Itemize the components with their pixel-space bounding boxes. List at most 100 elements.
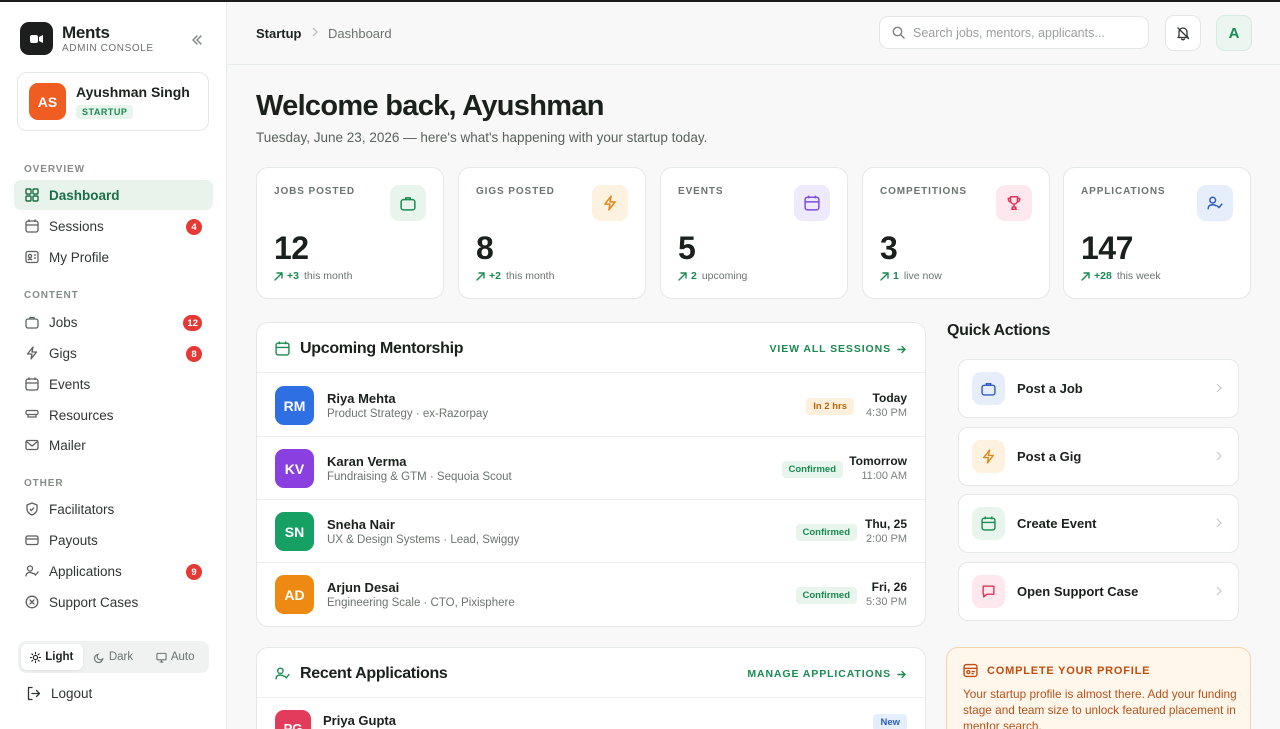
- page-title: Welcome back, Ayushman: [256, 90, 604, 122]
- stat-note: this month: [303, 270, 353, 282]
- stat-trend: +28 this week: [1081, 270, 1161, 282]
- sidebar-item-dashboard[interactable]: Dashboard: [14, 180, 213, 210]
- status-badge: Confirmed: [795, 587, 857, 604]
- brand-subtitle: ADMIN CONSOLE: [62, 42, 154, 54]
- panel-title: Upcoming Mentorship: [300, 340, 464, 357]
- sidebar-item-my-profile[interactable]: My Profile: [14, 242, 213, 272]
- mentor-name: Sneha Nair: [327, 517, 395, 532]
- session-row[interactable]: KV Karan Verma Fundraising & GTM · Sequo…: [257, 437, 925, 500]
- session-day: Thu, 25: [864, 517, 907, 531]
- stat-note: upcoming: [701, 270, 748, 282]
- bolt-icon: [24, 346, 39, 361]
- sidebar-item-sessions[interactable]: Sessions 4: [14, 211, 213, 241]
- user-name: Ayushman Singh: [76, 83, 190, 100]
- open-support-case-button[interactable]: Open Support Case: [958, 562, 1239, 621]
- sidebar-item-label: Gigs: [49, 345, 77, 361]
- bolt-icon: [972, 440, 1005, 473]
- collapse-sidebar-button[interactable]: [188, 31, 206, 49]
- account-avatar-button[interactable]: A: [1216, 15, 1252, 51]
- book-icon: [24, 408, 39, 423]
- avatar: SN: [275, 512, 314, 551]
- trend-up-icon: [678, 271, 687, 281]
- post-job-button[interactable]: Post a Job: [958, 359, 1239, 418]
- create-event-button[interactable]: Create Event: [958, 494, 1239, 553]
- manage-applications-link[interactable]: MANAGE APPLICATIONS: [747, 668, 906, 680]
- user-check-icon: [275, 666, 290, 681]
- stat-value: 5: [678, 230, 696, 266]
- user-card[interactable]: AS Ayushman Singh STARTUP: [17, 72, 209, 131]
- complete-profile-card[interactable]: COMPLETE YOUR PROFILE Your startup profi…: [946, 647, 1251, 729]
- search-icon: [892, 26, 905, 39]
- mail-icon: [24, 438, 39, 453]
- stat-delta: +2: [489, 270, 501, 282]
- theme-switch: Light Dark Auto: [18, 641, 209, 673]
- theme-dark-option[interactable]: Dark: [83, 644, 145, 670]
- sidebar-item-gigs[interactable]: Gigs 8: [14, 338, 213, 368]
- sidebar-item-label: My Profile: [49, 249, 110, 265]
- sidebar-item-label: Facilitators: [49, 501, 115, 517]
- view-all-sessions-link[interactable]: VIEW ALL SESSIONS: [770, 343, 906, 355]
- stat-card-applications: APPLICATIONS 147 +28 this week: [1063, 167, 1251, 299]
- sidebar-item-applications[interactable]: Applications 9: [14, 556, 213, 586]
- sidebar-item-mailer[interactable]: Mailer: [14, 430, 213, 460]
- breadcrumb-dashboard: Dashboard: [328, 26, 392, 41]
- mentor-name: Riya Mehta: [327, 391, 396, 406]
- trend-up-icon: [1081, 271, 1090, 281]
- theme-auto-option[interactable]: Auto: [144, 644, 206, 670]
- sidebar: Ments ADMIN CONSOLE AS Ayushman Singh ST…: [0, 2, 227, 729]
- chevron-right-icon: [1216, 518, 1222, 528]
- user-avatar: AS: [29, 83, 66, 120]
- action-label: Post a Gig: [1017, 449, 1082, 464]
- sidebar-item-support-cases[interactable]: Support Cases: [14, 587, 213, 617]
- session-row[interactable]: SN Sneha Nair UX & Design Systems · Lead…: [257, 500, 925, 563]
- breadcrumb-startup[interactable]: Startup: [256, 26, 302, 41]
- applications-panel: Recent Applications MANAGE APPLICATIONS …: [256, 647, 926, 729]
- brand-name: Ments: [62, 22, 110, 42]
- grid-icon: [24, 188, 39, 203]
- sidebar-item-label: Payouts: [49, 532, 98, 548]
- stat-value: 3: [880, 230, 898, 266]
- application-row[interactable]: PG Priya Gupta New: [257, 699, 925, 729]
- applications-count-badge: 9: [186, 564, 202, 580]
- panel-title: Recent Applications: [300, 665, 448, 682]
- sidebar-item-resources[interactable]: Resources: [14, 400, 213, 430]
- id-card-icon: [24, 250, 39, 265]
- logout-label: Logout: [51, 686, 93, 701]
- session-time: 4:30 PM: [866, 407, 907, 419]
- theme-dark-label: Dark: [108, 651, 134, 663]
- trophy-icon: [996, 185, 1032, 221]
- avatar: AD: [275, 575, 314, 614]
- bell-icon: [1177, 27, 1190, 41]
- brand-logo-icon: [20, 22, 53, 55]
- session-row[interactable]: AD Arjun Desai Engineering Scale · CTO, …: [257, 563, 925, 626]
- stat-card-events: EVENTS 5 2 upcoming: [660, 167, 848, 299]
- moon-icon: [93, 652, 105, 663]
- session-row[interactable]: RM Riya Mehta Product Strategy · ex-Razo…: [257, 374, 925, 437]
- sidebar-item-jobs[interactable]: Jobs 12: [14, 307, 213, 337]
- sidebar-item-label: Applications: [49, 563, 122, 579]
- status-badge: Confirmed: [781, 461, 843, 478]
- message-icon: [972, 575, 1005, 608]
- status-badge: In 2 hrs: [806, 398, 854, 415]
- sidebar-item-facilitators[interactable]: Facilitators: [14, 494, 213, 524]
- avatar: KV: [275, 449, 314, 488]
- session-day: Fri, 26: [871, 580, 907, 594]
- sidebar-item-payouts[interactable]: Payouts: [14, 525, 213, 555]
- sidebar-item-label: Events: [49, 376, 91, 392]
- theme-light-option[interactable]: Light: [21, 644, 83, 670]
- session-time: 11:00 AM: [861, 470, 907, 482]
- logout-button[interactable]: Logout: [26, 686, 92, 701]
- session-time: 5:30 PM: [866, 596, 907, 608]
- stat-note: live now: [903, 270, 942, 282]
- search-input[interactable]: [913, 25, 1133, 40]
- stat-card-competitions: COMPETITIONS 3 1 live now: [862, 167, 1050, 299]
- briefcase-icon: [390, 185, 426, 221]
- notifications-button[interactable]: [1165, 15, 1201, 51]
- id-card-icon: [963, 663, 978, 678]
- sidebar-item-events[interactable]: Events: [14, 369, 213, 399]
- user-role-badge: STARTUP: [76, 104, 134, 119]
- session-day: Tomorrow: [849, 454, 907, 468]
- chevron-right-icon: [1216, 586, 1222, 596]
- post-gig-button[interactable]: Post a Gig: [958, 427, 1239, 486]
- stat-delta: 1: [893, 270, 899, 282]
